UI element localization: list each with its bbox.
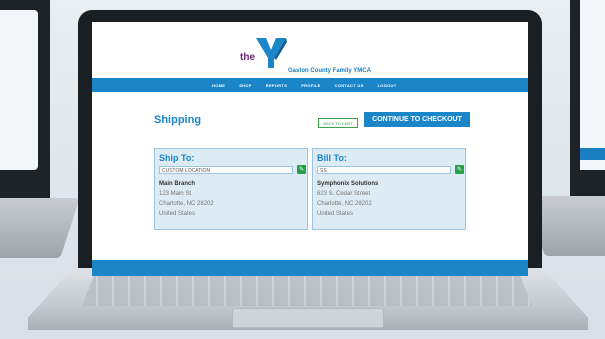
continue-to-checkout-button[interactable]: CONTINUE TO CHECKOUT bbox=[364, 112, 470, 127]
background-laptop-left-base bbox=[0, 198, 80, 258]
pencil-icon: ✎ bbox=[456, 167, 463, 173]
nav-home[interactable]: HOME bbox=[212, 83, 225, 88]
logo-the-text: the bbox=[240, 52, 255, 63]
nav-logout[interactable]: LOGOUT bbox=[378, 83, 397, 88]
pencil-icon: ✎ bbox=[298, 167, 305, 173]
footer-bar bbox=[92, 260, 528, 276]
org-name: Gaston County Family YMCA bbox=[288, 68, 371, 74]
background-laptop-left-screen bbox=[0, 10, 38, 170]
ymca-logo-icon[interactable] bbox=[254, 36, 288, 70]
ship-to-address: Main Branch 123 Main St Charlotte, NC 28… bbox=[159, 179, 214, 219]
background-laptop-right bbox=[570, 0, 605, 210]
bill-to-panel: Bill To: SS ✎ Symphonix Solutions 623 S.… bbox=[312, 148, 466, 230]
bill-to-country: United States bbox=[317, 211, 354, 217]
ship-to-city: Charlotte, NC 28202 bbox=[159, 201, 214, 207]
bill-to-edit-button[interactable]: ✎ bbox=[455, 165, 464, 174]
nav-contact-us[interactable]: CONTACT US bbox=[335, 83, 364, 88]
ship-to-edit-button[interactable]: ✎ bbox=[297, 165, 306, 174]
bill-to-account-input[interactable]: SS bbox=[317, 166, 451, 174]
laptop-trackpad bbox=[232, 308, 384, 328]
background-laptop-right-screen bbox=[580, 0, 605, 170]
site-header: the Gaston County Family YMCA bbox=[92, 32, 528, 74]
laptop-keyboard bbox=[82, 272, 532, 306]
background-laptop-left bbox=[0, 0, 50, 210]
background-laptop-right-accent bbox=[580, 148, 605, 160]
back-to-cart-button[interactable]: BACK TO CART bbox=[318, 118, 358, 128]
bill-to-city: Charlotte, NC 28202 bbox=[317, 201, 372, 207]
nav-profile[interactable]: PROFILE bbox=[301, 83, 320, 88]
bill-to-name: Symphonix Solutions bbox=[317, 181, 379, 187]
ship-to-panel: Ship To: CUSTOM LOCATION ✎ Main Branch 1… bbox=[154, 148, 308, 230]
ship-to-country: United States bbox=[159, 211, 196, 217]
ship-to-title: Ship To: bbox=[159, 153, 195, 163]
ship-to-location-input[interactable]: CUSTOM LOCATION bbox=[159, 166, 293, 174]
nav-shop[interactable]: SHOP bbox=[239, 83, 252, 88]
ship-to-street: 123 Main St bbox=[159, 191, 192, 197]
bill-to-street: 623 S. Cedar Street bbox=[317, 191, 371, 197]
bill-to-address: Symphonix Solutions 623 S. Cedar Street … bbox=[317, 179, 378, 219]
main-nav: HOME SHOP REPORTS PROFILE CONTACT US LOG… bbox=[92, 78, 528, 92]
nav-reports[interactable]: REPORTS bbox=[266, 83, 287, 88]
bill-to-title: Bill To: bbox=[317, 153, 347, 163]
laptop-screen: the Gaston County Family YMCA HOME SHOP … bbox=[92, 22, 528, 276]
ship-to-name: Main Branch bbox=[159, 181, 196, 187]
page-title: Shipping bbox=[154, 114, 202, 126]
